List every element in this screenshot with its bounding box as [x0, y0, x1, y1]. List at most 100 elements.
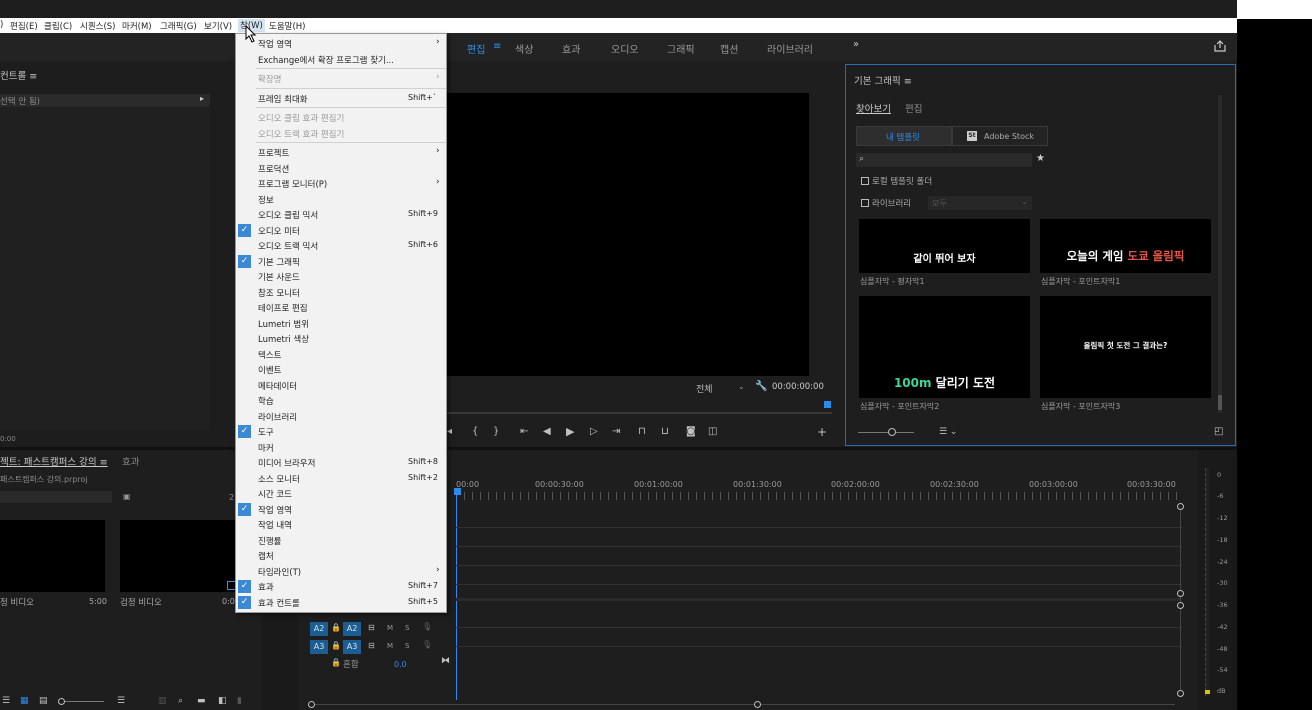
project-search-input[interactable]	[0, 491, 112, 503]
template-search-input[interactable]: ⌕	[856, 153, 1032, 167]
workspace-menu-icon[interactable]: ≡	[493, 41, 501, 52]
workspace-tab-edit[interactable]: 편집	[467, 41, 485, 56]
source-track-a2[interactable]: A2	[310, 622, 328, 636]
lock-icon[interactable]: 🔒	[331, 641, 341, 650]
sync-icon[interactable]: ⊟	[368, 623, 375, 632]
scroll-handle[interactable]	[308, 701, 315, 708]
target-track-a2[interactable]: A2	[343, 622, 361, 636]
window-menu-item[interactable]: 테이프로 편집	[236, 300, 446, 315]
play-icon[interactable]: ▶	[566, 425, 574, 438]
window-menu-item[interactable]: 프레임 최대화 Shift+`	[236, 91, 446, 106]
tab-browse[interactable]: 찾아보기	[856, 101, 891, 115]
window-menu-item[interactable]: 작업 영역 ›	[236, 36, 446, 51]
sort-icon[interactable]: ☰	[117, 696, 125, 706]
window-menu-item[interactable]: 이벤트	[236, 362, 446, 377]
window-menu-item[interactable]: ✓ 작업 영역	[236, 502, 446, 517]
media-thumbnail[interactable]	[120, 520, 238, 592]
window-menu-item[interactable]: ✓ 오디오 미터	[236, 223, 446, 238]
scrollbar[interactable]	[1218, 95, 1222, 413]
scrollbar-thumb[interactable]	[1218, 395, 1222, 410]
essential-graphics-title[interactable]: 기본 그래픽 ≡	[854, 73, 912, 87]
template-thumbnail[interactable]: 같이 뛰어 보자	[859, 219, 1030, 273]
add-button-icon[interactable]: +	[817, 425, 827, 439]
window-menu-item[interactable]: ✓ 효과 컨트롤 Shift+5	[236, 595, 446, 610]
mark-out-bracket-icon[interactable]: }	[493, 426, 499, 437]
window-menu-item[interactable]: Exchange에서 확장 프로그램 찾기...	[236, 52, 446, 67]
camera-icon[interactable]: ◙	[686, 426, 696, 437]
window-menu-item[interactable]: Lumetri 범위	[236, 316, 446, 331]
video-audio-divider[interactable]	[456, 598, 1182, 601]
step-forward-icon[interactable]: ▷	[590, 426, 598, 437]
window-menu-item[interactable]: 텍스트	[236, 347, 446, 362]
my-templates-tab[interactable]: 내 템플릿	[856, 126, 952, 146]
libraries-checkbox[interactable]	[861, 199, 869, 207]
mute-button[interactable]: M	[387, 624, 393, 632]
new-layer-icon[interactable]: ◰	[1214, 426, 1223, 437]
window-menu-item[interactable]: 진행률	[236, 533, 446, 548]
lock-icon[interactable]: 🔒	[331, 623, 341, 632]
bin-icon[interactable]: ▣	[123, 492, 131, 501]
sync-icon[interactable]: ⊟	[368, 641, 375, 650]
menu-help[interactable]: 도움말(H)	[269, 20, 305, 32]
template-thumbnail[interactable]: 오늘의 게임 도쿄 올림픽	[1040, 219, 1211, 273]
template-thumbnail[interactable]: 올림픽 첫 도전 그 결과는?	[1040, 296, 1211, 398]
search-icon[interactable]: ⌕	[178, 696, 183, 706]
compare-view-icon[interactable]: ◫	[708, 426, 717, 437]
media-name[interactable]: 검정 비디오	[120, 596, 162, 608]
new-bin-icon[interactable]: ▬	[197, 696, 206, 706]
window-menu-item[interactable]: 마커	[236, 440, 446, 455]
adobe-stock-tab[interactable]: St Adobe Stock	[952, 126, 1048, 146]
lift-icon[interactable]: ⊓	[638, 426, 646, 437]
window-menu-item[interactable]: 프로젝트 ›	[236, 145, 446, 160]
window-menu-item[interactable]: 타임라인(T) ›	[236, 564, 446, 579]
thumbnail-size-slider[interactable]	[858, 432, 914, 433]
effect-controls-title[interactable]: 컨트롤 ≡	[0, 68, 37, 82]
vertical-zoom-bar[interactable]	[1180, 505, 1181, 695]
scroll-handle[interactable]	[1177, 602, 1184, 609]
lock-icon[interactable]: 🔒	[331, 658, 341, 667]
window-menu-item[interactable]: 시간 코드	[236, 486, 446, 501]
target-track-a3[interactable]: A3	[343, 640, 361, 654]
window-menu-item[interactable]: 정보	[236, 192, 446, 207]
workspace-tab-graphics[interactable]: 그래픽	[667, 41, 695, 56]
workspace-tab-libraries[interactable]: 라이브러리	[767, 41, 813, 56]
window-menu-item[interactable]: ✓ 효과 Shift+7	[236, 579, 446, 594]
extract-icon[interactable]: ⊔	[661, 426, 669, 437]
window-menu-item[interactable]: 오디오 클립 믹서 Shift+9	[236, 207, 446, 222]
window-menu-item[interactable]: 프로그램 모니터(P) ›	[236, 176, 446, 191]
menu-sequence[interactable]: 시퀀스(S)	[80, 20, 116, 32]
window-menu-item[interactable]: 오디오 트랙 믹서 Shift+6	[236, 238, 446, 253]
workspace-more-icon[interactable]: »	[853, 39, 859, 50]
window-menu-item[interactable]: 라이브러리	[236, 409, 446, 424]
menu-graphics[interactable]: 그래픽(G)	[160, 20, 197, 32]
microphone-icon[interactable]: 🎙	[422, 622, 432, 631]
project-tab[interactable]: 젝트: 패스트캠퍼스 강의 ≡	[0, 454, 108, 468]
chevron-down-icon[interactable]: ⌄	[738, 382, 745, 391]
window-menu-item[interactable]: ✓ 도구	[236, 424, 446, 439]
time-ruler[interactable]	[456, 492, 1182, 500]
local-folder-checkbox[interactable]	[861, 177, 869, 185]
tab-edit[interactable]: 편집	[905, 101, 922, 115]
effects-tab[interactable]: 효과	[122, 454, 139, 468]
horizontal-zoom-bar[interactable]	[310, 704, 1175, 705]
zoom-slider-handle[interactable]	[58, 698, 65, 705]
window-menu-item[interactable]: Lumetri 색상	[236, 331, 446, 346]
sort-icon[interactable]: ☰ ⌄	[939, 427, 957, 437]
microphone-icon[interactable]: 🎙	[422, 640, 432, 649]
program-monitor-screen[interactable]	[447, 93, 809, 376]
list-view-icon[interactable]: ☰	[2, 696, 10, 706]
template-thumbnail[interactable]: 100m 달리기 도전	[859, 296, 1030, 398]
menu-marker[interactable]: 마커(M)	[122, 20, 152, 32]
mix-value[interactable]: 0.0	[394, 660, 407, 669]
window-menu-item[interactable]: 캡처	[236, 548, 446, 563]
wrench-icon[interactable]: 🔧	[755, 381, 767, 392]
program-timecode[interactable]: 00:00:00:00	[772, 382, 824, 392]
mute-button[interactable]: M	[387, 642, 393, 650]
scroll-handle[interactable]	[754, 701, 761, 708]
workspace-tab-effects[interactable]: 효과	[562, 41, 580, 56]
fit-select[interactable]: 전체	[696, 382, 713, 395]
menu-clip[interactable]: 클립(C)	[44, 20, 72, 32]
source-track-a3[interactable]: A3	[310, 640, 328, 654]
go-to-out-icon[interactable]: ⇥	[612, 426, 620, 437]
menu-edit[interactable]: 편집(E)	[10, 20, 38, 32]
